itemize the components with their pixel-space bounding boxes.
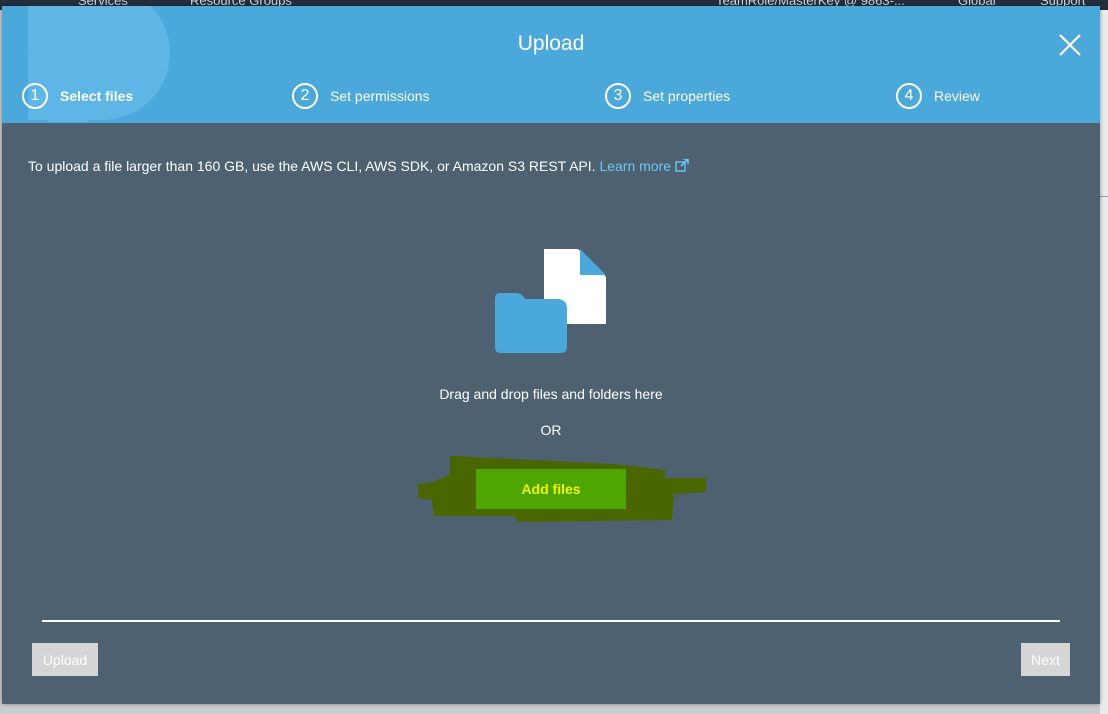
step-select-files[interactable]: 1 Select files — [22, 82, 133, 110]
step-number: 1 — [22, 83, 48, 109]
drop-zone-text: Drag and drop files and folders here — [439, 386, 663, 402]
step-number: 2 — [292, 83, 318, 109]
step-label: Set properties — [643, 88, 731, 104]
footer-divider — [42, 620, 1060, 622]
external-link-icon — [675, 159, 689, 172]
file-folder-icon — [495, 249, 606, 353]
next-button[interactable]: Next — [1021, 643, 1070, 676]
add-files-button[interactable]: Add files — [476, 469, 626, 509]
step-number: 3 — [605, 83, 631, 109]
step-label: Select files — [60, 88, 134, 104]
or-separator: OR — [540, 422, 562, 438]
step-label: Review — [934, 88, 980, 104]
modal-header: Upload 1 Select files 2 Set permissions … — [2, 6, 1100, 123]
step-set-permissions[interactable]: 2 Set permissions — [292, 82, 430, 110]
background-page — [1100, 10, 1108, 714]
upload-modal: Upload 1 Select files 2 Set permissions … — [2, 6, 1100, 704]
step-label: Set permissions — [330, 88, 430, 104]
upload-button[interactable]: Upload — [32, 643, 98, 676]
step-number: 4 — [896, 83, 922, 109]
close-icon[interactable] — [1058, 33, 1082, 57]
info-text: To upload a file larger than 160 GB, use… — [28, 158, 596, 174]
learn-more-label: Learn more — [599, 158, 672, 174]
step-review[interactable]: 4 Review — [896, 82, 980, 110]
size-limit-info: To upload a file larger than 160 GB, use… — [28, 158, 689, 174]
learn-more-link[interactable]: Learn more — [599, 158, 689, 174]
step-set-properties[interactable]: 3 Set properties — [605, 82, 730, 110]
modal-title: Upload — [517, 32, 585, 55]
